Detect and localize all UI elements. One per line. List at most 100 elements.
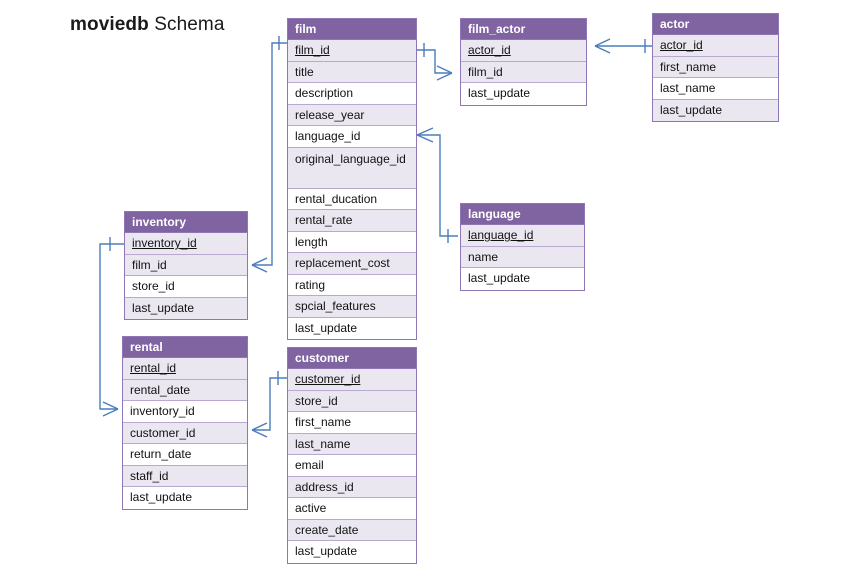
field-row-inventory-store_id[interactable]: store_id [125,276,247,298]
field-row-language-name[interactable]: name [461,246,584,268]
field-row-customer-create_date[interactable]: create_date [288,519,416,541]
field-name-customer-first_name: first_name [295,415,352,429]
field-name-rental-rental_id: rental_id [130,361,177,375]
field-name-film-last_update: last_update [295,320,358,335]
field-row-actor-last_update[interactable]: last_update [653,99,778,121]
entity-header-film: film [288,19,416,40]
field-name-rental-last_update: last_update [130,490,193,504]
field-row-actor-actor_id[interactable]: actor_id [653,35,778,57]
field-row-language-last_update[interactable]: last_update [461,268,584,290]
entity-header-rental: rental [123,337,247,358]
connector-language-to-film [416,127,458,243]
field-name-customer-last_update: last_update [295,544,358,558]
connector-customer-to-rental [251,371,287,438]
field-row-film-last_update[interactable]: last_update [288,317,416,339]
entity-table-customer[interactable]: customer customer_id store_id first_namelas… [287,347,417,564]
entity-header-actor: actor [653,14,778,35]
field-row-film_actor-last_update[interactable]: last_update [461,83,586,105]
field-name-film-rating: rating [295,277,326,292]
field-row-actor-last_name[interactable]: last_name [653,78,778,100]
field-row-film-film_id[interactable]: film_id [288,40,416,62]
field-row-rental-staff_id[interactable]: staff_id [123,465,247,487]
field-name-rental-staff_id: staff_id [130,468,169,483]
field-row-customer-last_name[interactable]: last_name [288,433,416,455]
field-name-customer-active: active [295,501,327,515]
field-row-film-original_language_id[interactable]: original_language_id [288,147,416,189]
entity-table-film_actor[interactable]: film_actor actor_id film_id last_update [460,18,587,106]
field-name-film_actor-film_id: film_id [468,64,503,79]
entity-table-film[interactable]: film film_idtitle description release_yearl… [287,18,417,340]
field-row-film-language_id[interactable]: language_id [288,126,416,148]
field-name-film_actor-last_update: last_update [468,86,531,100]
field-row-film-replacement_cost[interactable]: replacement_cost [288,253,416,275]
field-name-rental-rental_date: rental_date [130,382,191,397]
field-row-rental-customer_id[interactable]: customer_id [123,422,247,444]
field-name-customer-address_id: address_id [295,479,354,494]
entity-table-actor[interactable]: actor actor_id first_name last_name last_upd… [652,13,779,122]
field-name-language-last_update: last_update [468,271,531,285]
field-row-film-description[interactable]: description [288,83,416,105]
field-row-customer-active[interactable]: active [288,498,416,520]
field-row-film_actor-film_id[interactable]: film_id [461,61,586,83]
field-name-inventory-store_id: store_id [132,279,175,293]
field-name-customer-store_id: store_id [295,393,338,408]
field-name-film-release_year: release_year [295,107,365,122]
field-row-film-title[interactable]: title [288,61,416,83]
field-name-rental-customer_id: customer_id [130,425,196,440]
field-row-actor-first_name[interactable]: first_name [653,56,778,78]
field-name-inventory-film_id: film_id [132,257,167,272]
field-row-film_actor-actor_id[interactable]: actor_id [461,40,586,62]
field-name-inventory-last_update: last_update [132,300,195,315]
field-name-actor-last_update: last_update [660,102,723,117]
entity-header-film_actor: film_actor [461,19,586,40]
page-title-bold: moviedb [70,14,149,35]
connector-inventory-to-rental [99,237,124,417]
field-row-film-length[interactable]: length [288,231,416,253]
field-name-actor-last_name: last_name [660,81,716,95]
field-name-inventory-inventory_id: inventory_id [132,236,197,250]
field-row-customer-store_id[interactable]: store_id [288,390,416,412]
entity-table-language[interactable]: language language_idname last_update [460,203,585,291]
field-row-rental-rental_id[interactable]: rental_id [123,358,247,380]
field-name-film-title: title [295,64,314,79]
field-name-film-replacement_cost: replacement_cost [295,256,390,270]
field-row-inventory-last_update[interactable]: last_update [125,297,247,319]
field-row-rental-inventory_id[interactable]: inventory_id [123,401,247,423]
field-row-film-rental_rate[interactable]: rental_rate [288,210,416,232]
field-name-film-rental_rate: rental_rate [295,213,353,227]
field-row-film-release_year[interactable]: release_year [288,104,416,126]
field-row-film-spcial_features[interactable]: spcial_features [288,296,416,318]
field-name-film-language_id: language_id [295,129,361,143]
field-row-film-rating[interactable]: rating [288,274,416,296]
field-row-customer-first_name[interactable]: first_name [288,412,416,434]
entity-table-inventory[interactable]: inventory inventory_id film_id store_id last… [124,211,248,320]
field-row-inventory-film_id[interactable]: film_id [125,254,247,276]
entity-table-rental[interactable]: rental rental_id rental_date inventory_idcu… [122,336,248,510]
field-row-film-rental_ducation[interactable]: rental_ducation [288,188,416,210]
entity-header-language: language [461,204,584,225]
field-row-inventory-inventory_id[interactable]: inventory_id [125,233,247,255]
page-title: moviedb Schema [70,14,225,36]
field-row-rental-rental_date[interactable]: rental_date [123,379,247,401]
field-name-customer-create_date: create_date [295,522,359,537]
connector-actor-to-film_actor [594,38,652,54]
field-row-customer-email[interactable]: email [288,455,416,477]
connector-film-to-inventory [251,36,287,273]
field-row-customer-address_id[interactable]: address_id [288,476,416,498]
field-name-rental-inventory_id: inventory_id [130,404,195,418]
field-row-rental-last_update[interactable]: last_update [123,487,247,509]
field-row-language-language_id[interactable]: language_id [461,225,584,247]
field-name-film-film_id: film_id [295,43,330,57]
field-row-rental-return_date[interactable]: return_date [123,444,247,466]
entity-header-customer: customer [288,348,416,369]
schema-diagram-canvas: moviedb Schema film film_id title descri… [0,0,844,580]
field-name-film-original_language_id: original_language_id [295,151,406,166]
field-name-rental-return_date: return_date [130,447,192,461]
field-name-film_actor-actor_id: actor_id [468,43,511,57]
field-name-customer-last_name: last_name [295,436,351,451]
field-row-customer-customer_id[interactable]: customer_id [288,369,416,391]
field-name-customer-customer_id: customer_id [295,372,361,386]
field-name-film-length: length [295,234,328,249]
field-row-customer-last_update[interactable]: last_update [288,541,416,563]
field-name-language-name: name [468,249,499,264]
